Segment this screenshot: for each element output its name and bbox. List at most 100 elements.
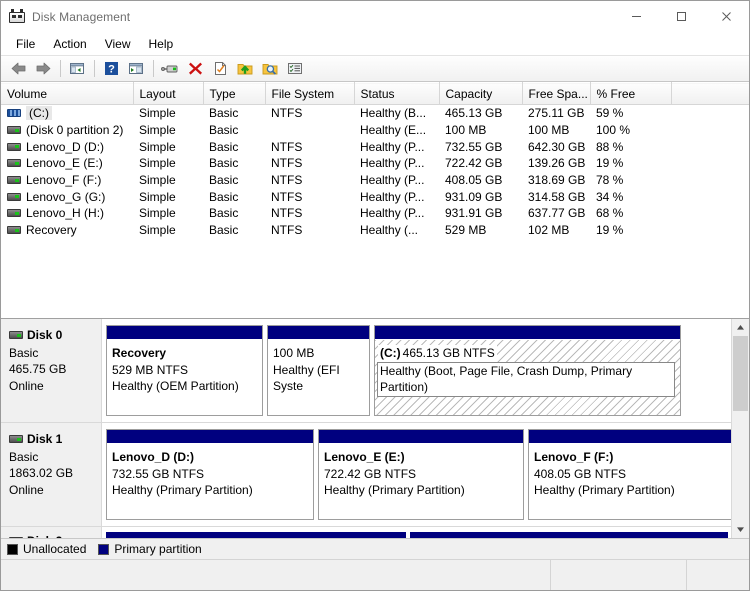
back-icon[interactable] [6, 58, 30, 80]
partition-block[interactable]: (C:) 465.13 GB NTFSHealthy (Boot, Page Fi… [374, 325, 681, 416]
maximize-button[interactable] [659, 1, 704, 32]
cell-pctfree: 78 % [596, 173, 624, 188]
cell-free: 275.11 GB [528, 106, 585, 121]
graphical-view-pane: Disk 0 Basic 465.75 GB Online Recovery 529 MB… [1, 319, 749, 538]
table-row[interactable]: Lenovo_H (H:) Simple Basic NTFS Healthy (P..… [1, 205, 749, 222]
delete-icon[interactable] [183, 58, 207, 80]
partition-status: Healthy (Boot, Page File, Crash Dump, Pr… [377, 361, 675, 397]
menu-help[interactable]: Help [140, 34, 183, 54]
export-list-icon[interactable] [233, 58, 257, 80]
volume-drive-icon [7, 192, 21, 201]
disk-row[interactable]: Disk 0 Basic 465.75 GB Online Recovery 529 MB… [1, 319, 731, 423]
partition-strip: Lenovo_D (D:) 732.55 GB NTFS Healthy (Prim… [102, 423, 731, 526]
scrollbar-thumb[interactable] [733, 336, 748, 411]
volume-label: Lenovo_G (G:) [26, 189, 106, 204]
partition-block[interactable]: Recovery 529 MB NTFS Healthy (OEM Partitio… [106, 325, 263, 416]
disk-info-panel[interactable]: Disk 1 Basic 1863.02 GB Online [1, 423, 102, 526]
cell-status: Healthy (E... [360, 123, 427, 138]
menu-view[interactable]: View [96, 34, 140, 54]
graphical-view-scrollbar[interactable] [731, 319, 749, 538]
cell-capacity: 732.55 GB [445, 139, 503, 154]
cell-pctfree: 19 % [596, 156, 624, 171]
title-bar: Disk Management [1, 1, 749, 33]
column-header-layout[interactable]: Layout [133, 82, 204, 105]
partition-block[interactable]: 100 MB Healthy (EFI Syste [267, 325, 370, 416]
column-header-volume[interactable]: Volume [1, 82, 134, 105]
table-row[interactable]: (Disk 0 partition 2) Simple Basic Healthy (… [1, 122, 749, 139]
search-folder-icon[interactable] [258, 58, 282, 80]
partition-block[interactable]: Lenovo_E (E:) 722.42 GB NTFS Healthy (Prim… [318, 429, 524, 520]
volume-table-header: Volume Layout Type File System Status Capacit… [1, 82, 749, 105]
disk-info-panel[interactable]: Disk 2 [1, 527, 102, 538]
disk-size: 1863.02 GB [9, 466, 74, 480]
column-header-status[interactable]: Status [354, 82, 440, 105]
column-header-capacity[interactable]: Capacity [439, 82, 523, 105]
table-row[interactable]: (C:) Simple Basic NTFS Healthy (B... 465.13 G… [1, 105, 749, 122]
show-hide-action-pane-icon[interactable] [124, 58, 148, 80]
column-header-free[interactable]: % Free [590, 82, 672, 105]
properties-icon[interactable] [208, 58, 232, 80]
partition-details: Lenovo_D (D:) 732.55 GB NTFS Healthy (Prim… [107, 444, 313, 519]
disk-row[interactable]: Disk 2 [1, 527, 731, 538]
toolbar-separator [60, 60, 61, 77]
cell-blank [671, 122, 749, 139]
column-header-file-system[interactable]: File System [265, 82, 355, 105]
scroll-down-button[interactable] [732, 521, 749, 538]
scrollbar-track[interactable] [732, 336, 749, 521]
cell-pctfree: 100 % [596, 123, 631, 138]
cell-type: Basic [209, 206, 239, 221]
partition-capacity-bar [529, 430, 731, 444]
status-pane-main [1, 560, 551, 590]
volume-label: Lenovo_D (D:) [26, 139, 105, 154]
volume-label: Recovery [26, 223, 77, 238]
volume-label: Lenovo_F (F:) [26, 173, 102, 188]
cell-free: 100 MB [528, 123, 570, 138]
rescan-disks-icon[interactable] [158, 58, 182, 80]
cell-filesystem: NTFS [271, 139, 303, 154]
cell-blank [671, 172, 749, 189]
table-row[interactable]: Lenovo_F (F:) Simple Basic NTFS Healthy (P..… [1, 172, 749, 189]
cell-blank [671, 105, 749, 122]
cell-type: Basic [209, 223, 239, 238]
cell-filesystem [265, 122, 354, 139]
forward-icon[interactable] [31, 58, 55, 80]
cell-status: Healthy (P... [360, 139, 425, 154]
disk-row[interactable]: Disk 1 Basic 1863.02 GB Online Lenovo_D (D:)… [1, 423, 731, 527]
menu-action[interactable]: Action [44, 34, 95, 54]
scroll-up-button[interactable] [732, 319, 749, 336]
partition-name: (C:) [378, 345, 403, 362]
disk-list: Disk 0 Basic 465.75 GB Online Recovery 529 MB… [1, 319, 731, 538]
volume-name-cell: Lenovo_H (H:) [1, 205, 133, 222]
column-header-blank[interactable] [671, 82, 749, 105]
partition-block[interactable]: Lenovo_D (D:) 732.55 GB NTFS Healthy (Prim… [106, 429, 314, 520]
table-row[interactable]: Lenovo_E (E:) Simple Basic NTFS Healthy (P..… [1, 155, 749, 172]
partition-strip: Recovery 529 MB NTFS Healthy (OEM Partitio… [102, 319, 731, 422]
column-header-free-spa[interactable]: Free Spa... [522, 82, 591, 105]
cell-free: 318.69 GB [528, 173, 586, 188]
table-row[interactable]: Lenovo_G (G:) Simple Basic NTFS Healthy (P..… [1, 188, 749, 205]
show-hide-console-tree-icon[interactable] [65, 58, 89, 80]
help-icon[interactable]: ? [99, 58, 123, 80]
legend-label-primary-partition: Primary partition [114, 542, 202, 556]
disk-drive-icon [9, 331, 23, 340]
partition-status: Healthy (Primary Partition) [324, 483, 465, 497]
table-row[interactable]: Recovery Simple Basic NTFS Healthy (... 529 M… [1, 222, 749, 239]
partition-block[interactable]: Lenovo_F (F:) 408.05 GB NTFS Healthy (Prim… [528, 429, 731, 520]
close-button[interactable] [704, 1, 749, 32]
cell-blank [671, 188, 749, 205]
table-row[interactable]: Lenovo_D (D:) Simple Basic NTFS Healthy (P..… [1, 138, 749, 155]
column-header-type[interactable]: Type [203, 82, 266, 105]
detail-view-icon[interactable] [283, 58, 307, 80]
svg-text:?: ? [108, 64, 115, 76]
cell-filesystem: NTFS [271, 223, 303, 238]
partition-capacity-bar [375, 326, 680, 340]
volume-name-cell: Lenovo_E (E:) [1, 155, 133, 172]
minimize-button[interactable] [614, 1, 659, 32]
partition-size: 465.13 GB NTFS [400, 345, 497, 362]
cell-type: Basic [209, 123, 239, 138]
menu-file[interactable]: File [7, 34, 44, 54]
volume-label: Lenovo_E (E:) [26, 156, 103, 171]
volume-name-cell: Lenovo_D (D:) [1, 138, 133, 155]
disk-info-panel[interactable]: Disk 0 Basic 465.75 GB Online [1, 319, 102, 422]
partition-details: (C:) 465.13 GB NTFSHealthy (Boot, Page Fi… [375, 340, 680, 415]
